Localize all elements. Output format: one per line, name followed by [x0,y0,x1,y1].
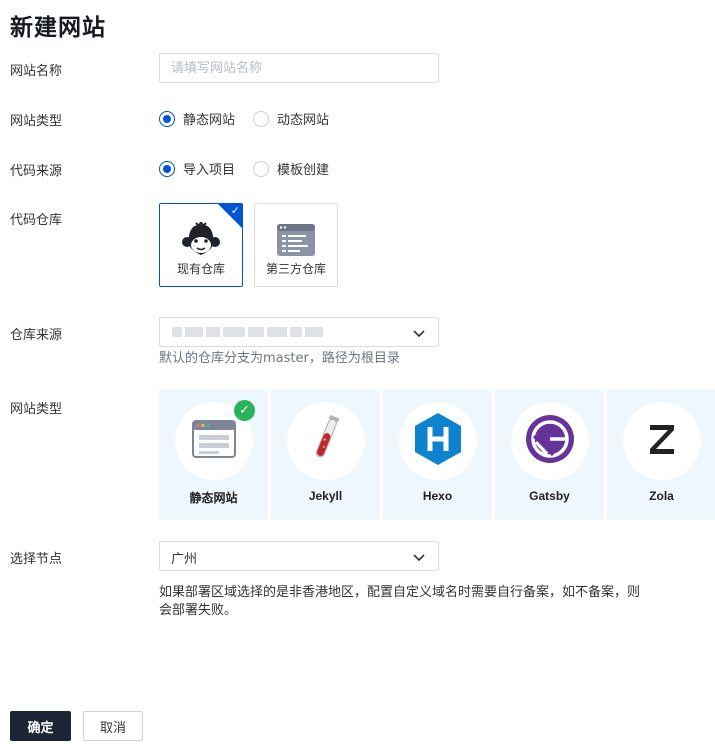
third-party-repo-label: 第三方仓库 [265,262,326,276]
framework-icon-circle [510,402,589,480]
framework-label: 网站类型 [10,402,63,417]
node-select-value: 广州 [171,552,198,567]
radio-checked-icon [159,110,175,127]
third-party-repo-card[interactable]: 第三方仓库 [254,203,338,287]
code-source-template-label: 模板创建 [277,163,330,178]
repo-source-hint: 默认的仓库分支为master，路径为根目录 [159,351,400,366]
site-type-dynamic-label: 动态网站 [277,113,330,128]
repo-source-label: 仓库来源 [10,328,63,343]
framework-icon-circle [398,402,477,480]
framework-hexo-label: Hexo [422,489,453,503]
cancel-button[interactable]: 取消 [83,711,143,741]
site-type-static-label: 静态网站 [183,113,236,128]
framework-jekyll-card[interactable]: Jekyll [271,390,380,520]
redacted-repo-name [172,327,323,337]
framework-zola-card[interactable]: Zola [607,390,715,520]
chevron-down-icon [412,549,426,568]
node-select[interactable]: 广州 [159,541,439,571]
radio-checked-icon [159,160,175,177]
node-hint: 如果部署区域选择的是非香港地区，配置自定义域名时需要自行备案，如不备案，则会部署… [159,585,641,618]
framework-static-label: 静态网站 [189,491,238,505]
framework-icon-circle [286,402,365,480]
selected-check-icon: ✓ [234,400,255,421]
radio-unchecked-icon [253,110,270,127]
framework-gatsby-label: Gatsby [529,489,570,503]
jekyll-test-tube-icon [306,413,346,469]
framework-gatsby-card[interactable]: Gatsby [495,390,604,520]
site-name-input[interactable] [159,53,439,83]
zola-z-icon [647,422,677,460]
existing-repo-label: 现有仓库 [176,262,225,276]
monkey-icon [181,219,221,262]
framework-jekyll-label: Jekyll [308,489,343,503]
hexo-hexagon-icon [413,412,463,470]
browser-window-icon [191,420,236,462]
code-source-import-radio[interactable]: 导入项目 [159,159,235,178]
site-name-label: 网站名称 [10,64,63,79]
radio-unchecked-icon [253,160,270,177]
code-source-radio-group: 导入项目 模板创建 [159,159,329,178]
code-repo-label: 代码仓库 [10,213,63,228]
repo-source-select[interactable] [159,317,439,347]
code-source-label: 代码来源 [10,164,63,179]
gatsby-icon [525,414,575,468]
framework-list: ✓ 静态网站 Jekyll Hexo Gatsby Zola [159,390,715,520]
framework-hexo-card[interactable]: Hexo [383,390,492,520]
confirm-button[interactable]: 确定 [10,711,71,741]
framework-zola-label: Zola [649,489,674,503]
site-type-label: 网站类型 [10,114,63,129]
existing-repo-card[interactable]: ✓ 现有仓库 [159,203,243,287]
framework-icon-circle [622,402,701,480]
chevron-down-icon [412,325,426,344]
page-title: 新建网站 [10,15,106,41]
framework-static-card[interactable]: ✓ 静态网站 [159,390,268,520]
node-label: 选择节点 [10,552,63,567]
check-icon: ✓ [230,204,240,217]
site-type-radio-group: 静态网站 动态网站 [159,109,329,128]
site-type-dynamic-radio[interactable]: 动态网站 [253,109,329,128]
code-source-template-radio[interactable]: 模板创建 [253,159,329,178]
site-type-static-radio[interactable]: 静态网站 [159,109,235,128]
code-source-import-label: 导入项目 [183,163,236,178]
repo-list-icon [277,224,315,260]
